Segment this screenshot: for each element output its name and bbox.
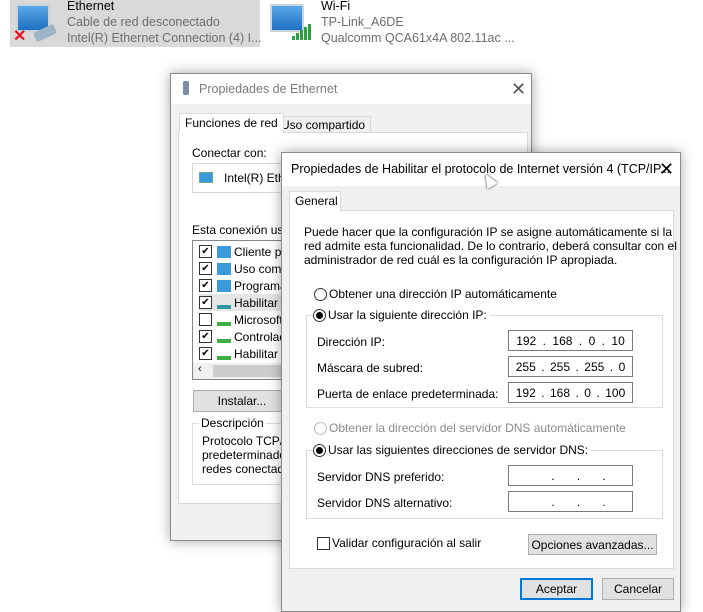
network-name: Ethernet bbox=[67, 0, 115, 13]
network-name: Wi-Fi bbox=[321, 0, 351, 13]
tab-funciones-de-red[interactable]: Funciones de red bbox=[179, 113, 284, 133]
manual-dns-group: Usar las siguientes direcciones de servi… bbox=[306, 443, 663, 519]
gateway-label: Puerta de enlace predeterminada: bbox=[317, 387, 499, 401]
alternate-dns-label: Servidor DNS alternativo: bbox=[317, 496, 453, 510]
protocol-icon bbox=[217, 297, 231, 309]
intro-line: administrador de red cuál es la configur… bbox=[304, 253, 618, 267]
close-icon[interactable]: ✕ bbox=[659, 160, 674, 178]
checkbox[interactable]: ✔ bbox=[199, 279, 212, 292]
network-adapter-icon bbox=[199, 172, 213, 183]
radio-button bbox=[314, 421, 327, 435]
intro-line: red admite esta funcionalidad. De lo con… bbox=[304, 239, 677, 253]
manual-ip-radio[interactable]: Usar la siguiente dirección IP: bbox=[313, 308, 490, 322]
dialog-title: Propiedades de Habilitar el protocolo de… bbox=[291, 162, 671, 176]
item-label: Cliente pa bbox=[234, 244, 289, 259]
advanced-options-button[interactable]: Opciones avanzadas... bbox=[528, 534, 657, 555]
auto-dns-radio: Obtener la dirección del servidor DNS au… bbox=[314, 421, 629, 435]
service-icon bbox=[217, 279, 231, 292]
list-item[interactable]: ✔ Habilitar el bbox=[199, 345, 291, 362]
ok-button[interactable]: Aceptar bbox=[520, 578, 593, 600]
radio-label: Usar la siguiente dirección IP: bbox=[328, 308, 487, 322]
description-text: redes conectada bbox=[202, 462, 291, 476]
client-icon bbox=[217, 245, 231, 258]
disconnected-x-icon: ✕ bbox=[13, 28, 27, 45]
protocol-icon bbox=[217, 348, 231, 360]
radio-label: Obtener la dirección del servidor DNS au… bbox=[329, 421, 626, 435]
subnet-mask-input[interactable]: 255. 255. 255. 0 bbox=[508, 356, 633, 377]
preferred-dns-input[interactable]: ... bbox=[508, 465, 633, 486]
description-label: Descripción bbox=[199, 416, 266, 430]
validate-checkbox[interactable]: Validar configuración al salir bbox=[317, 536, 484, 550]
list-item[interactable]: ✔ Cliente pa bbox=[199, 243, 288, 260]
tab-uso-compartido[interactable]: Uso compartido bbox=[275, 116, 372, 133]
list-item[interactable]: ✔ Uso comp bbox=[199, 260, 288, 277]
network-adapter-icon bbox=[183, 81, 189, 95]
intro-line: Puede hacer que la configuración IP se a… bbox=[304, 225, 673, 239]
network-adapter: Qualcomm QCA61x4A 802.11ac ... bbox=[321, 31, 515, 45]
radio-button[interactable] bbox=[313, 308, 326, 322]
auto-ip-radio[interactable]: Obtener una dirección IP automáticamente bbox=[314, 287, 560, 301]
ip-address-label: Dirección IP: bbox=[317, 335, 386, 349]
network-adapter: Intel(R) Ethernet Connection (4) I... bbox=[67, 31, 262, 45]
subnet-mask-label: Máscara de subred: bbox=[317, 361, 424, 375]
close-icon[interactable]: ✕ bbox=[511, 80, 526, 98]
list-item[interactable]: Microsoft I bbox=[199, 311, 289, 328]
checkbox[interactable] bbox=[317, 536, 330, 550]
checkbox[interactable]: ✔ bbox=[199, 262, 212, 275]
checkbox[interactable]: ✔ bbox=[199, 347, 212, 360]
preferred-dns-label: Servidor DNS preferido: bbox=[317, 470, 445, 484]
cancel-button[interactable]: Cancelar bbox=[602, 578, 674, 600]
network-item-wifi[interactable]: Wi-Fi TP-Link_A6DE Qualcomm QCA61x4A 802… bbox=[268, 0, 528, 47]
checkbox-label: Validar configuración al salir bbox=[332, 536, 482, 550]
intro-text: Puede hacer que la configuración IP se a… bbox=[304, 225, 677, 267]
alternate-dns-input[interactable]: ... bbox=[508, 491, 633, 512]
gateway-input[interactable]: 192. 168. 0. 100 bbox=[508, 382, 633, 403]
connect-using-label: Conectar con: bbox=[192, 146, 267, 160]
title-bar[interactable]: Propiedades de Habilitar el protocolo de… bbox=[282, 153, 680, 186]
protocol-icon bbox=[217, 331, 231, 343]
network-item-ethernet[interactable]: ✕ Ethernet Cable de red desconectado Int… bbox=[10, 0, 262, 47]
item-label: Uso comp bbox=[234, 261, 289, 276]
manual-ip-group: Usar la siguiente dirección IP: Direcció… bbox=[306, 308, 663, 408]
list-item[interactable]: ✔ Controlado bbox=[199, 328, 293, 345]
ipv4-properties-dialog: Propiedades de Habilitar el protocolo de… bbox=[281, 152, 681, 612]
description-text: Protocolo TCP/I bbox=[202, 434, 287, 448]
checkbox[interactable]: ✔ bbox=[199, 330, 212, 343]
list-item[interactable]: ✔ Programac bbox=[199, 277, 293, 294]
checkbox[interactable] bbox=[199, 313, 212, 326]
ip-address-input[interactable]: 192. 168. 0. 10 bbox=[508, 330, 633, 351]
dialog-title: Propiedades de Ethernet bbox=[199, 82, 338, 96]
manual-dns-radio[interactable]: Usar las siguientes direcciones de servi… bbox=[313, 443, 592, 457]
radio-button[interactable] bbox=[314, 287, 327, 301]
title-bar[interactable]: Propiedades de Ethernet ✕ bbox=[171, 74, 531, 104]
service-icon bbox=[217, 262, 231, 275]
radio-button[interactable] bbox=[313, 443, 326, 457]
radio-label: Usar las siguientes direcciones de servi… bbox=[328, 443, 589, 457]
install-button[interactable]: Instalar... bbox=[193, 390, 291, 412]
radio-label: Obtener una dirección IP automáticamente bbox=[329, 287, 557, 301]
network-status: Cable de red desconectado bbox=[67, 15, 220, 29]
checkbox[interactable]: ✔ bbox=[199, 245, 212, 258]
checkbox[interactable]: ✔ bbox=[199, 296, 212, 309]
wifi-signal-icon bbox=[292, 24, 311, 40]
tab-general[interactable]: General bbox=[289, 191, 341, 211]
network-status: TP-Link_A6DE bbox=[321, 15, 404, 29]
protocol-icon bbox=[217, 314, 231, 326]
scroll-left-icon[interactable]: ‹ bbox=[198, 363, 202, 375]
